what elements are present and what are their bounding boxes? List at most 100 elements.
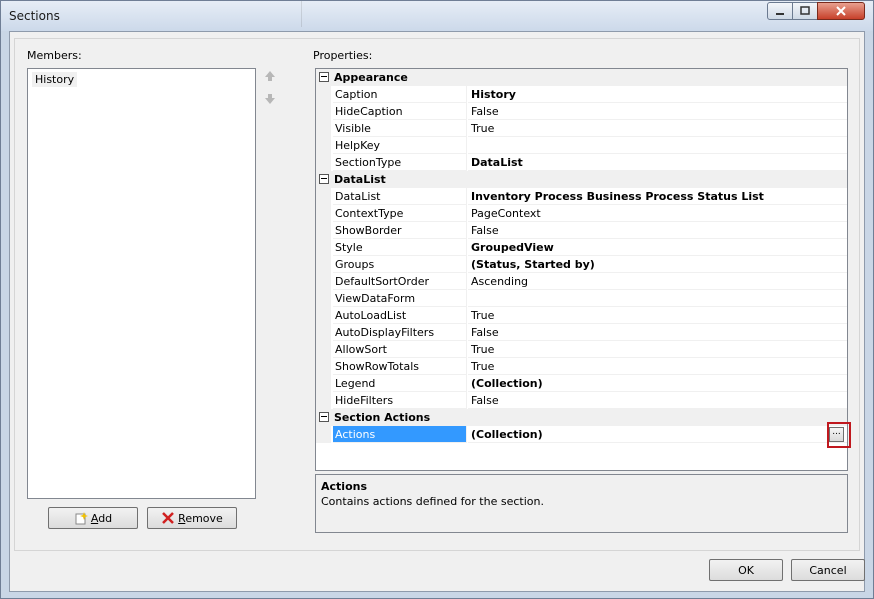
property-name[interactable]: ShowBorder (333, 222, 467, 239)
property-value[interactable]: DataList (468, 154, 847, 171)
property-name[interactable]: Style (333, 239, 467, 256)
property-row[interactable]: AutoLoadList True (316, 307, 847, 324)
property-value[interactable]: (Status, Started by) (468, 256, 847, 273)
property-name[interactable]: Groups (333, 256, 467, 273)
property-category[interactable]: Appearance (316, 69, 847, 86)
property-row[interactable]: DefaultSortOrder Ascending (316, 273, 847, 290)
property-category[interactable]: Section Actions (316, 409, 847, 426)
property-value[interactable]: History (468, 86, 847, 103)
members-list-item-history[interactable]: History (32, 72, 78, 87)
property-name[interactable]: Actions (333, 426, 467, 443)
move-down-icon[interactable] (263, 92, 277, 106)
property-row[interactable]: ContextType PageContext (316, 205, 847, 222)
remove-button[interactable]: Remove (147, 507, 237, 529)
property-value[interactable]: True (468, 307, 847, 324)
row-gutter (316, 307, 331, 324)
row-gutter (316, 239, 331, 256)
property-row[interactable]: ShowBorder False (316, 222, 847, 239)
move-up-icon[interactable] (263, 69, 277, 83)
property-row[interactable]: SectionType DataList (316, 154, 847, 171)
category-label: Appearance (334, 71, 408, 84)
property-name[interactable]: AutoLoadList (333, 307, 467, 324)
row-gutter (316, 222, 331, 239)
sections-dialog: Sections Members: History Add Remove Pro… (0, 0, 874, 599)
property-value[interactable]: False (468, 222, 847, 239)
property-name[interactable]: AutoDisplayFilters (333, 324, 467, 341)
property-category[interactable]: DataList (316, 171, 847, 188)
row-gutter (316, 273, 331, 290)
maximize-icon (800, 6, 810, 15)
property-row[interactable]: DataList Inventory Process Business Proce… (316, 188, 847, 205)
property-name[interactable]: Visible (333, 120, 467, 137)
property-value[interactable]: False (468, 392, 847, 409)
add-button-label: Add (90, 511, 113, 525)
property-value[interactable]: (Collection) (468, 375, 847, 392)
property-row[interactable]: ShowRowTotals True (316, 358, 847, 375)
property-row[interactable]: Style GroupedView (316, 239, 847, 256)
property-value[interactable]: True (468, 120, 847, 137)
collapse-toggle-icon[interactable] (319, 412, 329, 422)
property-value[interactable]: GroupedView (468, 239, 847, 256)
property-row[interactable]: ViewDataForm (316, 290, 847, 307)
collapse-toggle-icon[interactable] (319, 72, 329, 82)
property-row[interactable]: AutoDisplayFilters False (316, 324, 847, 341)
description-text: Contains actions defined for the section… (321, 495, 544, 508)
property-row[interactable]: AllowSort True (316, 341, 847, 358)
dialog-client-area: Members: History Add Remove Properties: … (9, 31, 865, 592)
property-value[interactable]: Inventory Process Business Process Statu… (468, 188, 847, 205)
property-name[interactable]: SectionType (333, 154, 467, 171)
row-gutter (316, 392, 331, 409)
members-list[interactable]: History (27, 68, 256, 499)
ok-button[interactable]: OK (709, 559, 783, 581)
property-row[interactable]: Legend (Collection) (316, 375, 847, 392)
title-bar[interactable]: Sections (1, 1, 873, 31)
property-row[interactable]: HelpKey (316, 137, 847, 154)
property-value[interactable]: (Collection) (468, 426, 847, 443)
row-gutter (316, 154, 331, 171)
property-name[interactable]: ContextType (333, 205, 467, 222)
property-name[interactable]: DefaultSortOrder (333, 273, 467, 290)
property-name[interactable]: HideFilters (333, 392, 467, 409)
property-value[interactable]: PageContext (468, 205, 847, 222)
background-window-ghost (301, 1, 421, 27)
add-button[interactable]: Add (48, 507, 138, 529)
property-row[interactable]: Caption History (316, 86, 847, 103)
property-row[interactable]: HideCaption False (316, 103, 847, 120)
minimize-button[interactable] (767, 2, 793, 20)
property-name[interactable]: ShowRowTotals (333, 358, 467, 375)
minimize-icon (776, 13, 784, 15)
property-row[interactable]: Groups (Status, Started by) (316, 256, 847, 273)
property-value[interactable]: True (468, 341, 847, 358)
property-value[interactable]: Ascending (468, 273, 847, 290)
cancel-button[interactable]: Cancel (791, 559, 865, 581)
property-value[interactable] (468, 137, 847, 154)
row-gutter (316, 120, 331, 137)
close-button[interactable] (817, 2, 865, 20)
row-gutter (316, 375, 331, 392)
row-gutter (316, 205, 331, 222)
collapse-toggle-icon[interactable] (319, 174, 329, 184)
row-gutter (316, 426, 331, 443)
property-grid[interactable]: Appearance Caption History HideCaption False… (315, 68, 848, 471)
property-name[interactable]: ViewDataForm (333, 290, 467, 307)
property-value[interactable]: False (468, 103, 847, 120)
row-gutter (316, 324, 331, 341)
property-name[interactable]: Caption (333, 86, 467, 103)
property-name[interactable]: HideCaption (333, 103, 467, 120)
ellipsis-highlight-box (827, 422, 851, 448)
property-name[interactable]: HelpKey (333, 137, 467, 154)
maximize-button[interactable] (792, 2, 818, 20)
properties-label: Properties: (313, 49, 373, 62)
property-row[interactable]: HideFilters False (316, 392, 847, 409)
property-name[interactable]: Legend (333, 375, 467, 392)
property-row[interactable]: Actions (Collection)... (316, 426, 847, 443)
property-value[interactable]: True (468, 358, 847, 375)
property-row[interactable]: Visible True (316, 120, 847, 137)
property-value[interactable]: False (468, 324, 847, 341)
property-name[interactable]: DataList (333, 188, 467, 205)
add-icon (74, 511, 88, 525)
row-gutter (316, 256, 331, 273)
property-description-panel: Actions Contains actions defined for the… (315, 474, 848, 533)
property-name[interactable]: AllowSort (333, 341, 467, 358)
property-value[interactable] (468, 290, 847, 307)
